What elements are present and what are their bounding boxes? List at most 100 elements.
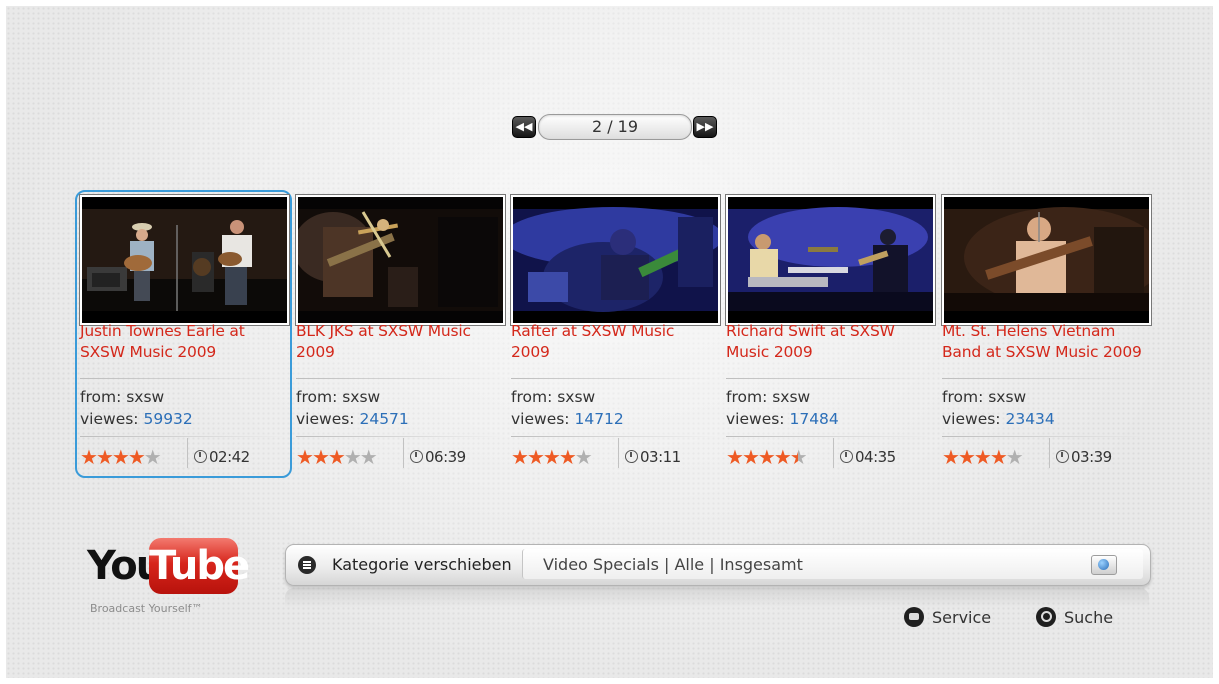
video-uploader: from: sxsw xyxy=(296,388,381,406)
clock-icon xyxy=(410,450,423,463)
star-rating: ★★★★★ xyxy=(726,445,808,469)
video-title[interactable]: Rafter at SXSW Music 2009 xyxy=(511,321,717,369)
video-views: viewes: 14712 xyxy=(511,410,624,428)
star-icon: ★ xyxy=(973,445,992,469)
divider xyxy=(833,438,834,468)
star-rating: ★★★★★ xyxy=(511,445,593,469)
divider xyxy=(403,438,404,468)
divider xyxy=(80,378,286,379)
youtube-logo: You Tube Broadcast Yourself™ xyxy=(87,538,250,618)
video-thumbnail[interactable] xyxy=(296,195,505,325)
video-views: viewes: 17484 xyxy=(726,410,839,428)
search-icon xyxy=(1036,606,1056,627)
star-icon: ★ xyxy=(558,445,577,469)
video-title[interactable]: Richard Swift at SXSW Music 2009 xyxy=(726,321,932,369)
star-icon: ★ xyxy=(773,445,792,469)
video-duration: 03:39 xyxy=(1056,448,1112,466)
video-views: viewes: 24571 xyxy=(296,410,409,428)
video-thumbnail[interactable] xyxy=(80,195,289,325)
star-icon: ★ xyxy=(757,445,776,469)
logo-tube-text: Tube xyxy=(149,538,250,594)
video-views: viewes: 23434 xyxy=(942,410,1055,428)
divider xyxy=(726,436,932,437)
service-button[interactable]: Service xyxy=(904,606,992,632)
clock-icon xyxy=(1056,450,1069,463)
category-move-label[interactable]: Kategorie verschieben xyxy=(332,555,512,574)
video-duration: 06:39 xyxy=(410,448,466,466)
star-icon: ★ xyxy=(143,445,162,469)
divider xyxy=(942,378,1148,379)
star-rating: ★★★★★ xyxy=(942,445,1024,469)
rewind-icon[interactable]: ◀◀ xyxy=(512,116,536,138)
category-bar: Kategorie verschieben Video Specials | A… xyxy=(285,544,1151,586)
page-indicator: 2 / 19 xyxy=(538,114,692,140)
divider xyxy=(942,436,1148,437)
star-icon: ★ xyxy=(296,445,314,469)
video-thumbnail[interactable] xyxy=(942,195,1151,325)
video-card[interactable]: BLK JKS at SXSW Music 2009 from: sxsw vi… xyxy=(296,190,505,476)
pager: ◀◀ 2 / 19 ▶▶ xyxy=(0,108,1219,140)
clock-icon xyxy=(194,450,207,463)
star-icon: ★ xyxy=(726,445,744,469)
star-icon: ★ xyxy=(343,445,362,469)
video-title[interactable]: BLK JKS at SXSW Music 2009 xyxy=(296,321,502,369)
star-icon: ★ xyxy=(789,445,808,469)
divider xyxy=(618,438,619,468)
divider xyxy=(1049,438,1050,468)
star-icon: ★ xyxy=(80,445,98,469)
video-uploader: from: sxsw xyxy=(726,388,811,406)
star-icon: ★ xyxy=(741,445,760,469)
video-duration: 03:11 xyxy=(625,448,681,466)
category-selector[interactable]: Video Specials | Alle | Insgesamt xyxy=(522,549,1143,579)
star-icon: ★ xyxy=(1005,445,1024,469)
clock-icon xyxy=(840,450,853,463)
divider xyxy=(296,436,502,437)
fast-forward-icon[interactable]: ▶▶ xyxy=(693,116,717,138)
search-button[interactable]: Suche xyxy=(1036,606,1114,632)
divider xyxy=(726,378,932,379)
video-title[interactable]: Mt. St. Helens Vietnam Band at SXSW Musi… xyxy=(942,321,1148,369)
star-icon: ★ xyxy=(542,445,561,469)
service-label: Service xyxy=(932,608,992,627)
star-rating: ★★★★★ xyxy=(296,445,378,469)
video-card[interactable]: Richard Swift at SXSW Music 2009 from: s… xyxy=(726,190,935,476)
video-thumbnail[interactable] xyxy=(726,195,935,325)
star-icon: ★ xyxy=(127,445,146,469)
star-rating: ★★★★★ xyxy=(80,445,162,469)
divider xyxy=(511,378,717,379)
star-icon: ★ xyxy=(942,445,960,469)
globe-icon[interactable] xyxy=(1091,555,1117,575)
video-card[interactable]: Rafter at SXSW Music 2009 from: sxsw vie… xyxy=(511,190,720,476)
star-icon: ★ xyxy=(526,445,545,469)
video-thumbnail[interactable] xyxy=(511,195,720,325)
video-card[interactable]: Justin Townes Earle at SXSW Music 2009 f… xyxy=(75,190,292,478)
video-views: viewes: 59932 xyxy=(80,410,193,428)
star-icon: ★ xyxy=(311,445,330,469)
star-icon: ★ xyxy=(327,445,346,469)
star-icon: ★ xyxy=(111,445,130,469)
video-uploader: from: sxsw xyxy=(942,388,1027,406)
search-label: Suche xyxy=(1064,608,1114,627)
divider xyxy=(80,436,286,437)
logo-tagline: Broadcast Yourself™ xyxy=(90,602,203,615)
divider xyxy=(511,436,717,437)
divider xyxy=(187,438,188,468)
star-icon: ★ xyxy=(95,445,114,469)
star-icon: ★ xyxy=(359,445,378,469)
video-card[interactable]: Mt. St. Helens Vietnam Band at SXSW Musi… xyxy=(942,190,1151,476)
star-icon: ★ xyxy=(989,445,1008,469)
star-icon: ★ xyxy=(574,445,593,469)
service-icon xyxy=(904,606,924,627)
divider xyxy=(296,378,502,379)
clock-icon xyxy=(625,450,638,463)
menu-icon[interactable] xyxy=(298,556,316,574)
video-uploader: from: sxsw xyxy=(511,388,596,406)
video-uploader: from: sxsw xyxy=(80,388,165,406)
category-bar-reflection xyxy=(285,588,1149,608)
star-icon: ★ xyxy=(957,445,976,469)
star-icon: ★ xyxy=(511,445,529,469)
video-duration: 02:42 xyxy=(194,448,250,466)
category-value: Video Specials | Alle | Insgesamt xyxy=(543,555,803,574)
video-title[interactable]: Justin Townes Earle at SXSW Music 2009 xyxy=(80,321,286,369)
video-duration: 04:35 xyxy=(840,448,896,466)
